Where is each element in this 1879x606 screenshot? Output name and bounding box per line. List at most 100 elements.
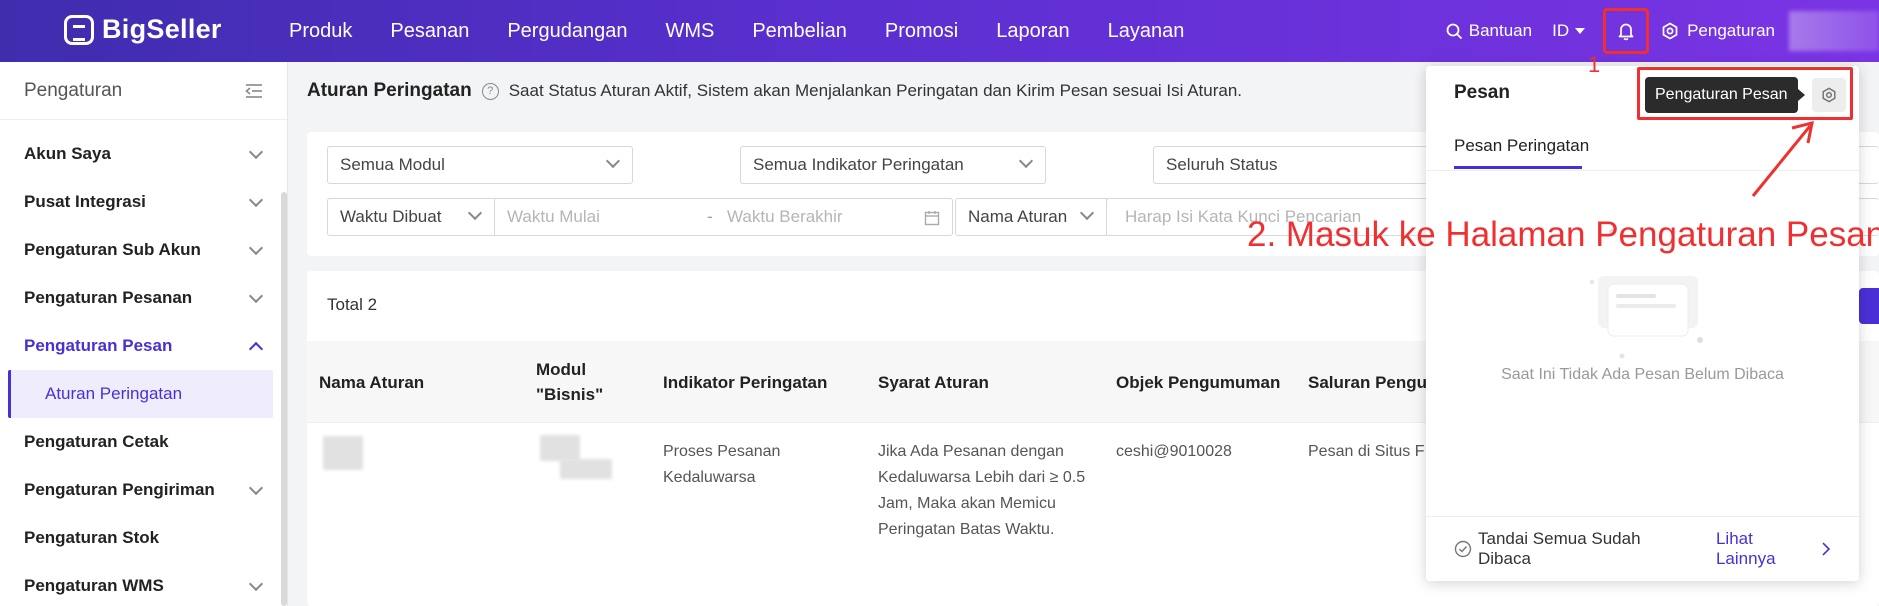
bigseller-logo-icon	[64, 14, 94, 45]
chevron-down-icon	[248, 240, 264, 255]
end-date-placeholder: Waktu Berakhir	[727, 207, 843, 226]
chevron-down-icon	[1079, 205, 1095, 221]
mark-all-read-label: Tandai Semua Sudah Dibaca	[1477, 529, 1641, 568]
nav-produk[interactable]: Produk	[289, 20, 352, 43]
date-range-dash: -	[707, 207, 713, 226]
help-label: Bantuan	[1468, 21, 1533, 40]
chevron-down-icon	[1018, 153, 1034, 169]
nav-wms[interactable]: WMS	[665, 20, 714, 43]
row-condition: Jika Ada Pesanan dengan Kedaluwarsa Lebi…	[878, 443, 1086, 538]
sidebar-item-label: Pengaturan Pengiriman	[24, 480, 215, 499]
annotation-highlight-box	[1637, 67, 1853, 120]
nav-pembelian[interactable]: Pembelian	[752, 20, 847, 43]
col-rule-name: Nama Aturan	[319, 373, 425, 392]
gear-icon	[1662, 22, 1678, 40]
time-type-select[interactable]: Waktu Dibuat	[327, 198, 495, 236]
help-button[interactable]: Bantuan	[1446, 21, 1532, 41]
col-module: Modul "Bisnis"	[536, 360, 604, 404]
sidebar-item-pengaturan-pesan[interactable]: Pengaturan Pesan	[0, 322, 287, 370]
status-select-value: Seluruh Status	[1166, 155, 1278, 174]
see-more-link[interactable]: Lihat Lainnya	[1716, 529, 1831, 569]
chevron-right-icon	[1822, 542, 1831, 556]
chevron-down-icon	[605, 153, 621, 169]
row-target: ceshi@9010028	[1116, 443, 1232, 460]
brand-name: BigSeller	[102, 14, 222, 44]
add-rule-button[interactable]	[1859, 288, 1879, 324]
annotation-arrow-icon	[1751, 120, 1814, 197]
sidebar-item-cetak[interactable]: Pengaturan Cetak	[0, 418, 287, 466]
nav-pergudangan[interactable]: Pergudangan	[507, 20, 627, 43]
mark-all-read-button[interactable]: Tandai Semua Sudah Dibaca	[1454, 529, 1698, 569]
notification-bell-button[interactable]	[1603, 8, 1650, 54]
chevron-down-icon	[248, 480, 264, 495]
settings-label: Pengaturan	[1687, 21, 1775, 40]
sidebar-item-pengiriman[interactable]: Pengaturan Pengiriman	[0, 466, 287, 514]
settings-sidebar: Pengaturan Akun Saya Pusat Integrasi Pen…	[0, 62, 288, 606]
chevron-down-icon	[248, 192, 264, 207]
sidebar-item-label: Pengaturan Pesanan	[24, 288, 193, 307]
sidebar-item-label: Pengaturan Cetak	[24, 432, 169, 451]
collapse-menu-icon[interactable]	[245, 83, 263, 98]
sidebar-subitem-label: Aturan Peringatan	[45, 384, 183, 403]
sidebar-item-label: Pengaturan WMS	[24, 576, 164, 595]
module-redacted-2	[560, 459, 612, 479]
help-circle-icon[interactable]: ?	[481, 82, 499, 100]
main-nav: Produk Pesanan Pergudangan WMS Pembelian…	[289, 0, 1222, 62]
sidebar-scrollbar[interactable]	[281, 192, 287, 606]
sidebar-item-label: Pengaturan Pesan	[24, 336, 173, 355]
module-select[interactable]: Semua Modul	[327, 146, 633, 184]
active-tab-indicator	[1454, 166, 1582, 169]
sidebar-subitem-aturan-peringatan[interactable]: Aturan Peringatan	[8, 370, 273, 418]
start-date-placeholder: Waktu Mulai	[507, 207, 600, 226]
brand-logo[interactable]: BigSeller	[64, 14, 222, 45]
annotation-step-2: 2. Masuk ke Halaman Pengaturan Pesan	[1247, 215, 1879, 254]
chevron-up-icon	[248, 341, 264, 356]
tab-pesan-peringatan[interactable]: Pesan Peringatan	[1454, 136, 1589, 156]
total-count: Total 2	[327, 295, 378, 314]
search-type-select[interactable]: Nama Aturan	[955, 198, 1107, 236]
time-type-value: Waktu Dibuat	[340, 207, 442, 226]
sidebar-item-wms[interactable]: Pengaturan WMS	[0, 562, 287, 606]
check-circle-icon	[1454, 540, 1472, 558]
user-avatar[interactable]	[1789, 11, 1879, 51]
sidebar-item-pusat-integrasi[interactable]: Pusat Integrasi	[0, 178, 287, 226]
annotation-step-1: 1	[1588, 52, 1601, 77]
row-indicator: Proses Pesanan Kedaluwarsa	[663, 443, 781, 486]
sidebar-item-pesanan[interactable]: Pengaturan Pesanan	[0, 274, 287, 322]
page-title: Aturan Peringatan	[307, 80, 472, 101]
caret-down-icon	[1575, 28, 1586, 34]
nav-layanan[interactable]: Layanan	[1108, 20, 1185, 43]
page-description: Saat Status Aturan Aktif, Sistem akan Me…	[508, 81, 1243, 100]
sidebar-item-sub-akun[interactable]: Pengaturan Sub Akun	[0, 226, 287, 274]
sidebar-item-stok[interactable]: Pengaturan Stok	[0, 514, 287, 562]
top-right-tools: Bantuan ID Pengaturan	[1446, 0, 1879, 62]
sidebar-title: Pengaturan	[24, 79, 123, 101]
sidebar-item-label: Pengaturan Sub Akun	[24, 240, 201, 259]
sidebar-item-label: Pusat Integrasi	[24, 192, 146, 211]
nav-pesanan[interactable]: Pesanan	[390, 20, 469, 43]
row-channel: Pesan di Situs F	[1308, 443, 1425, 460]
chevron-down-icon	[467, 205, 483, 221]
language-label: ID	[1552, 21, 1570, 40]
page-header: Aturan Peringatan ? Saat Status Aturan A…	[307, 80, 1242, 102]
sidebar-item-akun-saya[interactable]: Akun Saya	[0, 130, 287, 178]
indicator-select[interactable]: Semua Indikator Peringatan	[740, 146, 1046, 184]
nav-laporan[interactable]: Laporan	[996, 20, 1069, 43]
module-select-value: Semua Modul	[340, 155, 445, 174]
see-more-label: Lihat Lainnya	[1715, 529, 1776, 568]
chevron-down-icon	[248, 576, 264, 591]
calendar-icon	[924, 211, 940, 226]
col-channel: Saluran Pengum	[1308, 373, 1443, 392]
date-range-input[interactable]: Waktu Mulai - Waktu Berakhir	[494, 198, 953, 236]
rule-name-redacted	[323, 436, 363, 470]
search-type-value: Nama Aturan	[968, 207, 1068, 226]
panel-title: Pesan	[1454, 82, 1510, 103]
search-icon	[1446, 23, 1462, 39]
sidebar-item-label: Akun Saya	[24, 144, 111, 163]
chevron-down-icon	[248, 288, 264, 303]
language-selector[interactable]: ID	[1552, 21, 1586, 41]
settings-button[interactable]: Pengaturan	[1661, 21, 1775, 41]
nav-promosi[interactable]: Promosi	[885, 20, 958, 43]
module-redacted	[540, 435, 580, 461]
sidebar-header: Pengaturan	[0, 62, 287, 120]
